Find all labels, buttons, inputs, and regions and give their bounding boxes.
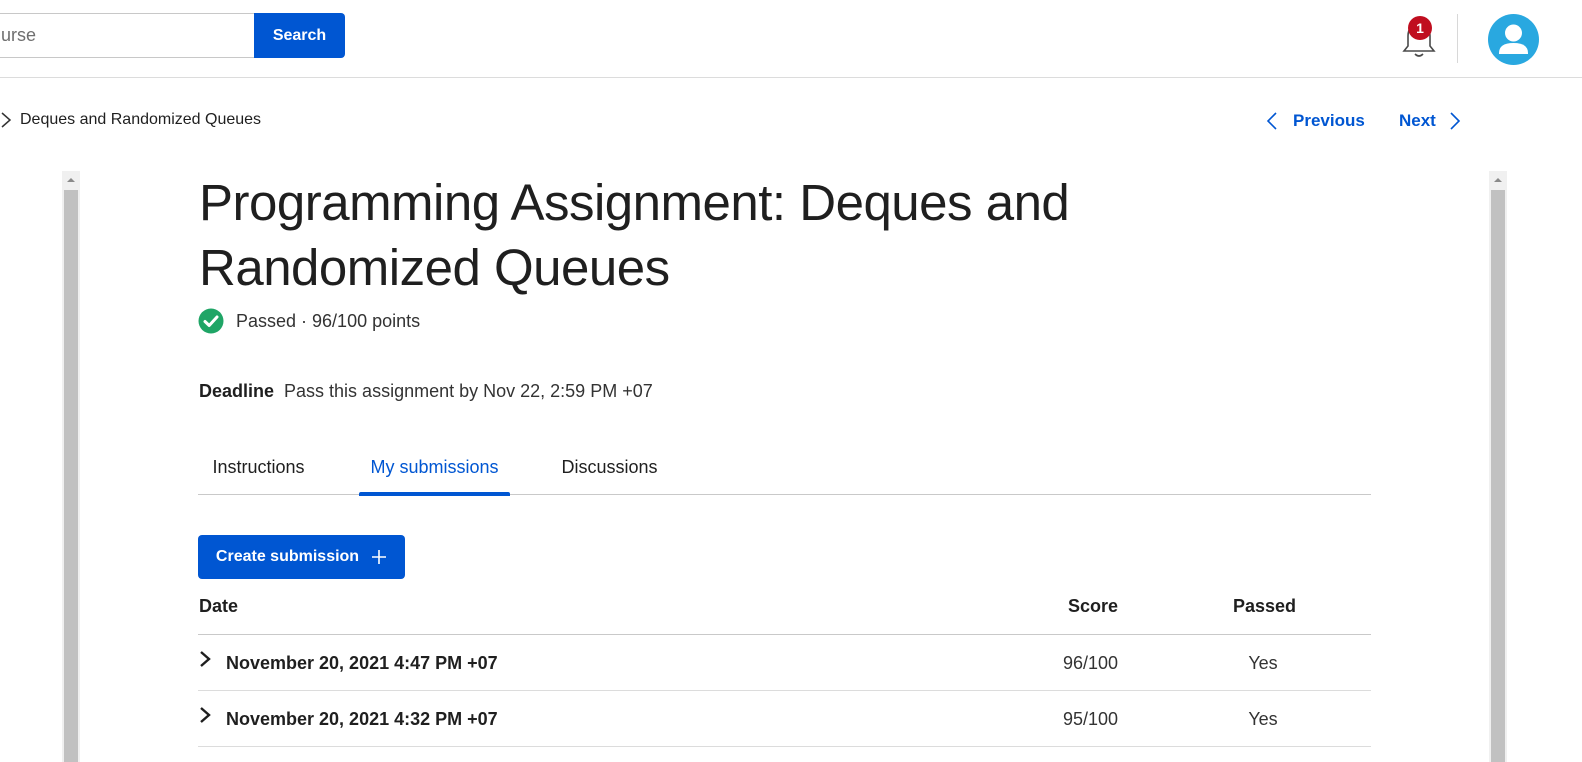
assignment-status: Passed · 96/100 points xyxy=(198,308,420,334)
user-avatar-icon[interactable] xyxy=(1488,14,1539,65)
status-text: Passed · 96/100 points xyxy=(236,310,421,331)
breadcrumb-current[interactable]: Deques and Randomized Queues xyxy=(20,111,261,129)
scrollbar-thumb[interactable] xyxy=(1491,190,1505,762)
assignment-tabs: Instructions My submissions Discussions xyxy=(198,440,1371,496)
column-header-date: Date xyxy=(199,596,239,616)
create-submission-label: Create submission xyxy=(215,548,360,565)
submission-date: November 20, 2021 4:32 PM +07 xyxy=(226,709,498,729)
column-header-passed: Passed xyxy=(1233,596,1297,616)
left-scrollbar[interactable] xyxy=(62,171,80,762)
table-row[interactable]: November 20, 2021 4:32 PM +07 95/100 Yes xyxy=(198,691,1371,747)
chevron-right-icon[interactable] xyxy=(198,649,214,669)
previous-label: Previous xyxy=(1293,111,1365,130)
tab-instructions[interactable]: Instructions xyxy=(198,440,319,494)
table-header: Date Score Passed xyxy=(198,590,1371,635)
submission-passed: Yes xyxy=(1248,653,1278,673)
next-link[interactable]: Next xyxy=(1399,108,1462,134)
deadline-text: Pass this assignment by Nov 22, 2:59 PM … xyxy=(284,380,653,401)
plus-icon xyxy=(372,550,387,564)
search-button[interactable]: Search xyxy=(254,13,345,58)
notification-badge: 1 xyxy=(1408,16,1432,40)
page-title: Programming Assignment: Deques and Rando… xyxy=(199,174,1070,296)
search-input[interactable] xyxy=(0,13,256,58)
check-circle-icon xyxy=(198,308,224,334)
breadcrumb: Deques and Randomized Queues xyxy=(0,108,261,132)
scroll-up-arrow-icon[interactable] xyxy=(62,171,80,189)
tab-my-submissions[interactable]: My submissions xyxy=(359,440,510,496)
table-row[interactable]: November 20, 2021 4:47 PM +07 96/100 Yes xyxy=(198,635,1371,691)
scrollbar-thumb[interactable] xyxy=(64,190,78,762)
breadcrumb-chevron-icon xyxy=(1,112,12,128)
submission-passed: Yes xyxy=(1248,709,1278,729)
deadline: Deadline Pass this assignment by Nov 22,… xyxy=(199,378,653,404)
chevron-left-icon xyxy=(1266,112,1277,130)
submission-score: 95/100 xyxy=(1062,709,1118,729)
next-label: Next xyxy=(1399,111,1436,130)
create-submission-button[interactable]: Create submission xyxy=(198,535,405,579)
chevron-right-icon xyxy=(1450,112,1460,130)
submission-score: 96/100 xyxy=(1062,653,1118,673)
submission-date: November 20, 2021 4:47 PM +07 xyxy=(226,653,498,673)
right-scrollbar[interactable] xyxy=(1489,171,1507,762)
scroll-up-arrow-icon[interactable] xyxy=(1489,171,1507,189)
tab-discussions[interactable]: Discussions xyxy=(550,440,669,494)
header-divider xyxy=(1457,14,1458,63)
submissions-table: Date Score Passed November 20, 2021 4:47… xyxy=(198,590,1371,747)
column-header-score: Score xyxy=(1067,596,1118,616)
top-header: Search 1 xyxy=(0,0,1582,78)
chevron-right-icon[interactable] xyxy=(198,705,214,725)
previous-link[interactable]: Previous xyxy=(1265,108,1365,134)
deadline-label: Deadline xyxy=(199,380,275,401)
